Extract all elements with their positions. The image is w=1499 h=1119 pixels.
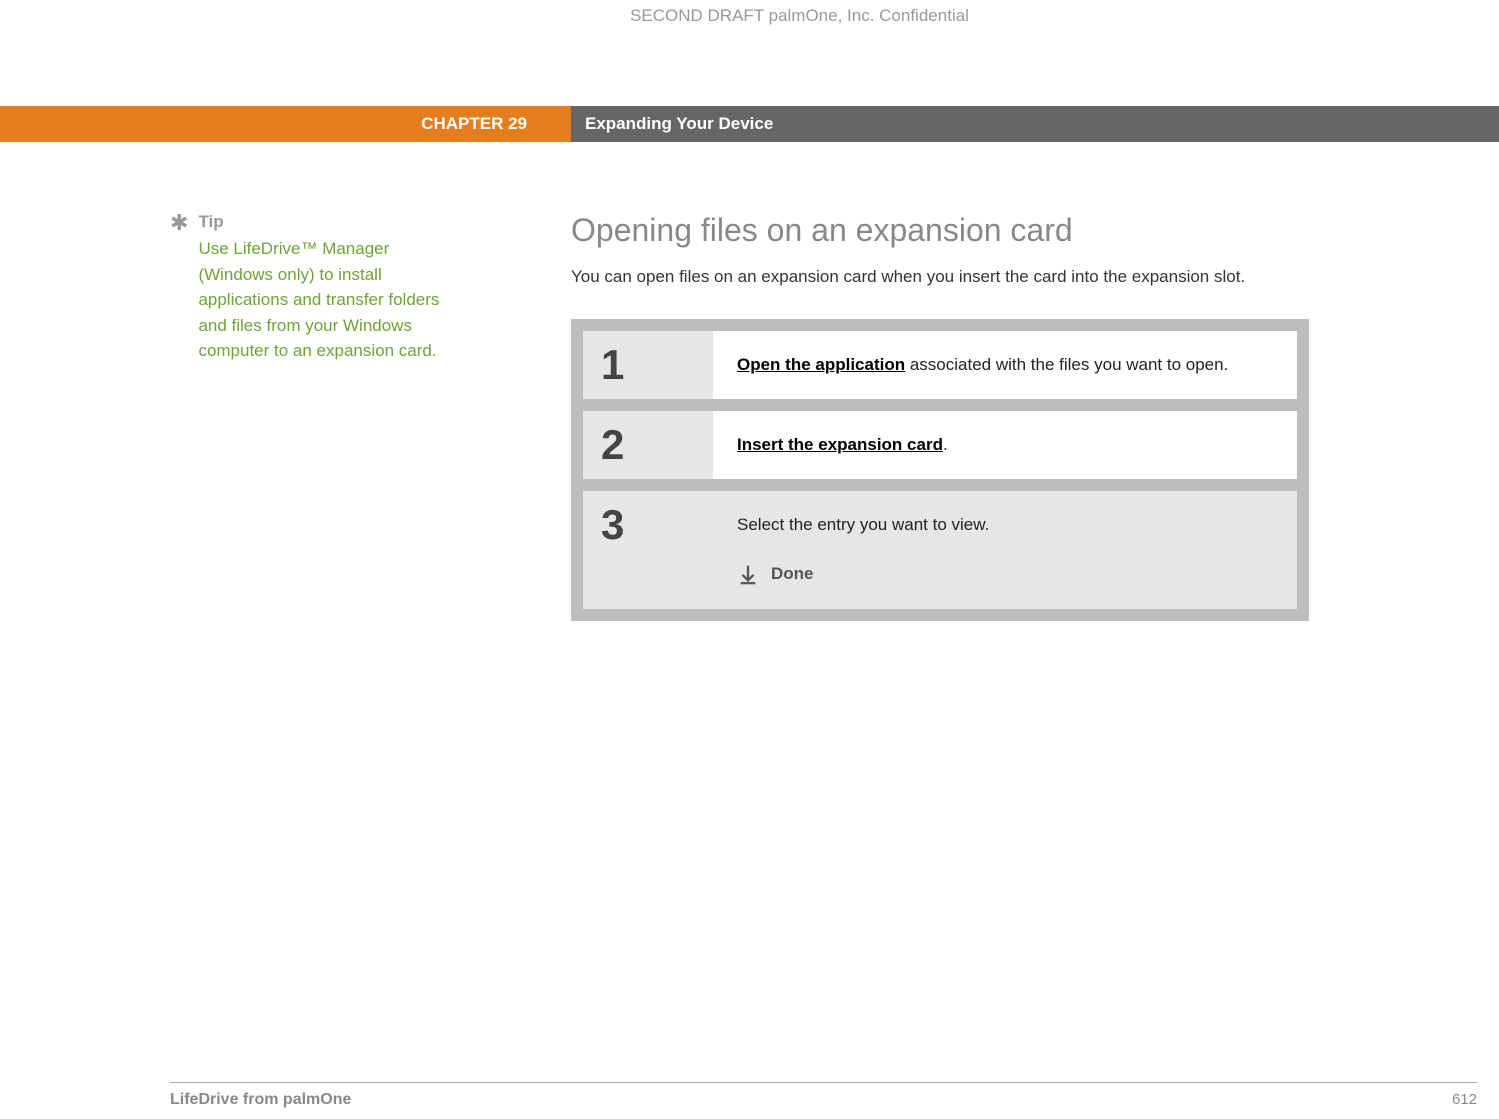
step-text: . bbox=[943, 435, 948, 454]
intro-text: You can open files on an expansion card … bbox=[571, 267, 1309, 287]
tip-text: Use LifeDrive™ Manager (Windows only) to… bbox=[198, 236, 441, 364]
main-content: Opening files on an expansion card You c… bbox=[571, 212, 1499, 621]
step-link-open-application[interactable]: Open the application bbox=[737, 355, 905, 374]
steps-container: 1 Open the application associated with t… bbox=[571, 319, 1309, 621]
step-body: Open the application associated with the… bbox=[713, 331, 1297, 399]
step-row-3: 3 Select the entry you want to view. Don… bbox=[583, 491, 1297, 609]
arrow-down-icon bbox=[737, 563, 759, 585]
confidential-header: SECOND DRAFT palmOne, Inc. Confidential bbox=[0, 0, 1499, 46]
step-body: Insert the expansion card. bbox=[713, 411, 1297, 479]
step-body: Select the entry you want to view. Done bbox=[713, 491, 1297, 609]
page-number: 612 bbox=[1452, 1091, 1477, 1109]
tip-label: Tip bbox=[198, 212, 441, 232]
footer-product: LifeDrive from palmOne bbox=[170, 1091, 351, 1109]
tip-block: ✱ Tip Use LifeDrive™ Manager (Windows on… bbox=[170, 212, 441, 364]
step-number: 1 bbox=[583, 331, 713, 399]
chapter-title: Expanding Your Device bbox=[571, 106, 1499, 142]
footer: LifeDrive from palmOne 612 bbox=[170, 1082, 1477, 1119]
done-row: Done bbox=[737, 563, 1273, 585]
step-number: 3 bbox=[583, 491, 713, 609]
sidebar: ✱ Tip Use LifeDrive™ Manager (Windows on… bbox=[0, 212, 571, 621]
step-text: associated with the files you want to op… bbox=[905, 355, 1228, 374]
step-row-2: 2 Insert the expansion card. bbox=[583, 411, 1297, 479]
asterisk-icon: ✱ bbox=[170, 212, 188, 234]
step-link-insert-card[interactable]: Insert the expansion card bbox=[737, 435, 943, 454]
step-text: Select the entry you want to view. bbox=[737, 515, 1273, 535]
step-number: 2 bbox=[583, 411, 713, 479]
chapter-label: CHAPTER 29 bbox=[0, 106, 571, 142]
page-title: Opening files on an expansion card bbox=[571, 212, 1309, 249]
done-label: Done bbox=[771, 564, 814, 584]
content-area: ✱ Tip Use LifeDrive™ Manager (Windows on… bbox=[0, 142, 1499, 621]
tip-content: Tip Use LifeDrive™ Manager (Windows only… bbox=[198, 212, 441, 364]
step-row-1: 1 Open the application associated with t… bbox=[583, 331, 1297, 399]
chapter-bar: CHAPTER 29 Expanding Your Device bbox=[0, 106, 1499, 142]
